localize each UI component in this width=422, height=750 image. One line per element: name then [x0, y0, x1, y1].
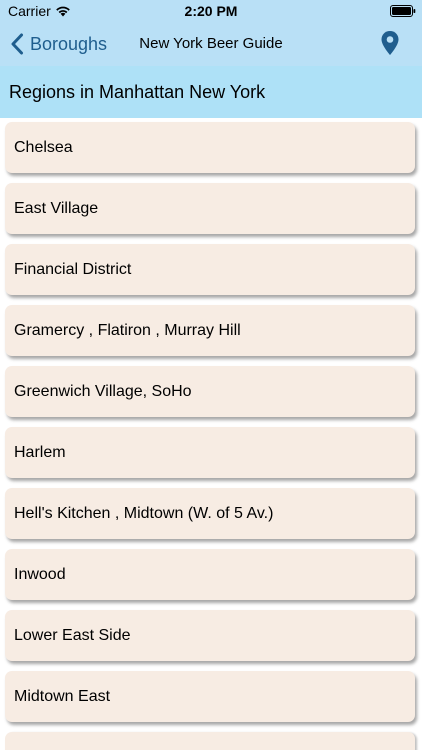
top-bar: Carrier 2:20 PM Boroughs New York Beer G… [0, 0, 422, 66]
list-item[interactable]: East Village [5, 183, 415, 234]
screen: Carrier 2:20 PM Boroughs New York Beer G… [0, 0, 422, 750]
list-item[interactable]: Greenwich Village, SoHo [5, 366, 415, 417]
list-item[interactable] [5, 732, 415, 750]
navigation-bar: Boroughs New York Beer Guide [0, 22, 422, 66]
list-item[interactable]: Lower East Side [5, 610, 415, 661]
list-item-label: Financial District [14, 260, 132, 278]
list-item[interactable]: Midtown East [5, 671, 415, 722]
location-pin-icon[interactable] [380, 30, 400, 56]
list-item[interactable]: Harlem [5, 427, 415, 478]
status-time: 2:20 PM [184, 3, 238, 19]
back-button[interactable]: Boroughs [10, 30, 107, 58]
list-item-label: Hell's Kitchen , Midtown (W. of 5 Av.) [14, 504, 274, 522]
list-item-label: Gramercy , Flatiron , Murray Hill [14, 321, 241, 339]
list-item-label: Midtown East [14, 687, 111, 705]
list-item-label: Lower East Side [14, 626, 131, 644]
list-item[interactable]: Financial District [5, 244, 415, 295]
list-item[interactable]: Hell's Kitchen , Midtown (W. of 5 Av.) [5, 488, 415, 539]
list-item-label: Harlem [14, 443, 66, 461]
list-item-label: Chelsea [14, 138, 73, 156]
back-label: Boroughs [30, 33, 108, 54]
list-item-label: Inwood [14, 565, 66, 583]
list-item-label: Greenwich Village, SoHo [14, 382, 192, 400]
list-item[interactable]: Chelsea [5, 122, 415, 173]
list-item-label: East Village [14, 199, 99, 217]
back-chevron-icon [11, 33, 23, 55]
battery-icon [390, 5, 416, 17]
status-bar: Carrier 2:20 PM [0, 0, 422, 22]
section-title: Regions in Manhattan New York [9, 81, 266, 102]
list-item[interactable]: Inwood [5, 549, 415, 600]
list-item[interactable]: Gramercy , Flatiron , Murray Hill [5, 305, 415, 356]
section-header: Regions in Manhattan New York [0, 66, 422, 118]
